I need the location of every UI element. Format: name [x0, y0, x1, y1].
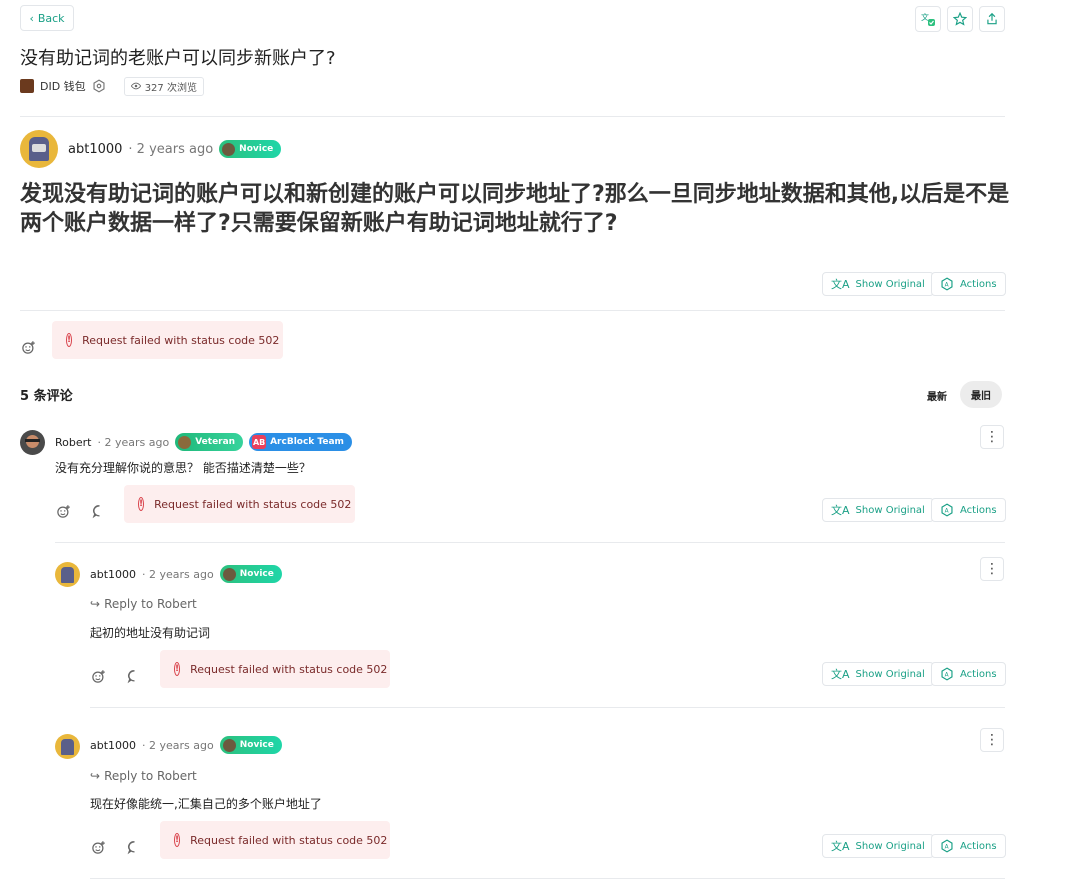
reply-arrow-icon: ↪ — [90, 597, 101, 611]
add-reaction-icon[interactable] — [91, 840, 106, 855]
show-original-button[interactable]: 文A Show Original — [822, 662, 934, 686]
badge-icon — [178, 435, 192, 449]
badge-icon — [222, 567, 236, 581]
settings-hex-icon — [93, 79, 105, 93]
comment-time: · 2 years ago — [142, 567, 214, 581]
comment-text: 起初的地址没有助记词 — [90, 626, 211, 640]
badge-arcblock-team: AB ArcBlock Team — [249, 433, 352, 451]
author-name[interactable]: Robert — [55, 436, 91, 449]
ai-hex-icon: A — [941, 503, 953, 517]
back-button[interactable]: ‹ Back — [20, 5, 74, 31]
error-message: ! Request failed with status code 502 — [160, 821, 390, 859]
badge-novice: Novice — [219, 565, 282, 583]
actions-button[interactable]: A Actions — [931, 272, 1006, 296]
divider — [90, 878, 1005, 879]
share-icon — [987, 12, 997, 25]
post-author-line: abt1000 · 2 years ago Novice — [68, 140, 282, 158]
badge-novice: Novice — [219, 140, 282, 158]
badge-icon — [222, 738, 236, 752]
show-original-button[interactable]: 文A Show Original — [822, 834, 934, 858]
show-original-button[interactable]: 文A Show Original — [822, 272, 934, 296]
comment-author-line: abt1000 · 2 years ago Novice — [90, 565, 282, 583]
author-name[interactable]: abt1000 — [68, 142, 122, 157]
add-reaction-icon[interactable] — [91, 669, 106, 684]
svg-text:A: A — [945, 672, 949, 678]
ai-hex-icon: A — [941, 667, 953, 681]
comment-author-line: Robert · 2 years ago Veteran AB ArcBlock… — [55, 433, 352, 451]
sort-oldest-tab[interactable]: 最旧 — [960, 381, 1002, 408]
comment-time: · 2 years ago — [142, 738, 214, 752]
avatar[interactable] — [20, 430, 45, 455]
reply-to-link[interactable]: ↪ Reply to Robert — [90, 769, 197, 783]
add-reaction-icon[interactable] — [56, 504, 71, 519]
post-meta: DID 钱包 327 次浏览 — [20, 76, 204, 96]
favorite-button[interactable] — [947, 6, 973, 32]
translate-icon: 文A — [831, 278, 850, 291]
sort-latest-tab[interactable]: 最新 — [920, 383, 954, 407]
svg-text:A: A — [945, 282, 949, 288]
author-name[interactable]: abt1000 — [90, 568, 136, 581]
actions-button[interactable]: A Actions — [931, 662, 1006, 686]
reply-icon[interactable] — [127, 840, 142, 855]
more-options-button[interactable]: ⋮ — [980, 728, 1004, 752]
translate-icon: 文A — [831, 504, 850, 517]
ai-hex-icon: A — [941, 277, 953, 291]
divider — [90, 707, 1005, 708]
divider — [20, 310, 1005, 311]
comments-count: 5 条评论 — [20, 389, 73, 404]
share-button[interactable] — [979, 6, 1005, 32]
reply-icon[interactable] — [92, 504, 107, 519]
comment-text: 现在好像能统一,汇集自己的多个账户地址了 — [90, 797, 322, 811]
more-options-button[interactable]: ⋮ — [980, 425, 1004, 449]
post-time: · 2 years ago — [128, 141, 214, 157]
error-icon: ! — [174, 662, 181, 676]
views-badge: 327 次浏览 — [123, 76, 204, 96]
error-icon: ! — [138, 497, 145, 511]
comment-author-line: abt1000 · 2 years ago Novice — [90, 736, 282, 754]
avatar[interactable] — [20, 130, 58, 168]
avatar[interactable] — [55, 562, 80, 587]
reply-icon[interactable] — [127, 669, 142, 684]
divider — [20, 116, 1005, 117]
avatar[interactable] — [55, 734, 80, 759]
chevron-left-icon: ‹ — [29, 11, 34, 25]
more-vertical-icon: ⋮ — [985, 561, 999, 577]
translate-button[interactable]: 文 — [915, 6, 941, 32]
svg-text:A: A — [945, 844, 949, 850]
more-vertical-icon: ⋮ — [985, 429, 999, 445]
badge-novice: Novice — [219, 736, 282, 754]
reply-arrow-icon: ↪ — [90, 769, 101, 783]
board-link[interactable]: DID 钱包 — [40, 78, 86, 94]
author-name[interactable]: abt1000 — [90, 739, 136, 752]
star-icon — [953, 12, 967, 26]
svg-text:A: A — [945, 508, 949, 514]
svg-text:文: 文 — [921, 12, 929, 22]
divider — [55, 542, 1005, 543]
page-title: 没有助记词的老账户可以同步新账户了? — [20, 48, 336, 69]
more-options-button[interactable]: ⋮ — [980, 557, 1004, 581]
add-reaction-icon[interactable] — [21, 340, 36, 355]
error-message: ! Request failed with status code 502 — [52, 321, 283, 359]
error-message: ! Request failed with status code 502 — [124, 485, 355, 523]
actions-button[interactable]: A Actions — [931, 834, 1006, 858]
error-message: ! Request failed with status code 502 — [160, 650, 390, 688]
comment-time: · 2 years ago — [97, 435, 170, 449]
arcblock-logo-icon: AB — [252, 435, 267, 449]
comment-text: 没有充分理解你说的意思？ 能否描述清楚一些？ — [55, 461, 311, 475]
more-vertical-icon: ⋮ — [985, 732, 999, 748]
actions-button[interactable]: A Actions — [931, 498, 1006, 522]
error-icon: ! — [66, 333, 73, 347]
badge-veteran: Veteran — [175, 433, 244, 451]
eye-icon — [130, 82, 141, 90]
reply-to-link[interactable]: ↪ Reply to Robert — [90, 597, 197, 611]
translate-icon: 文A — [831, 668, 850, 681]
translate-icon: 文 — [921, 12, 935, 26]
board-icon — [20, 79, 34, 93]
ai-hex-icon: A — [941, 839, 953, 853]
show-original-button[interactable]: 文A Show Original — [822, 498, 934, 522]
post-body: 发现没有助记词的账户可以和新创建的账户可以同步地址了?那么一旦同步地址数据和其他… — [20, 182, 1010, 236]
translate-icon: 文A — [831, 840, 850, 853]
error-icon: ! — [174, 833, 181, 847]
badge-icon — [222, 142, 236, 156]
